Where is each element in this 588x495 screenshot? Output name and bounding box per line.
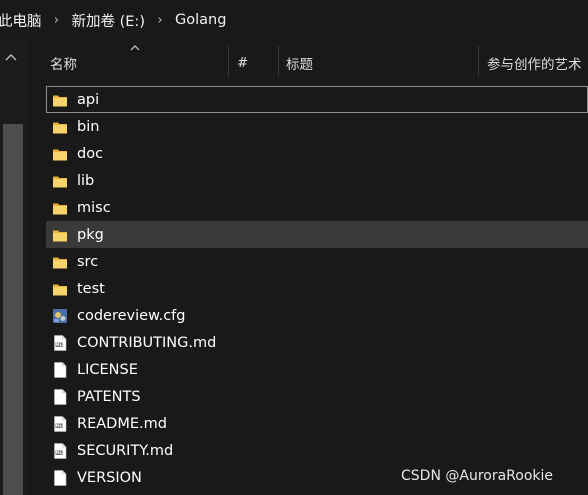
file-name-label: codereview.cfg (77, 307, 186, 324)
markdown-file-icon (52, 415, 68, 432)
file-list-item[interactable]: SECURITY.md (46, 437, 588, 464)
file-list-item[interactable]: pkg (46, 221, 588, 248)
file-list-item[interactable]: misc (46, 194, 588, 221)
folder-icon (52, 254, 68, 270)
column-divider[interactable] (478, 46, 479, 76)
file-list-item[interactable]: test (46, 275, 588, 302)
file-name-label: lib (77, 172, 95, 189)
column-divider[interactable] (228, 46, 229, 76)
breadcrumb-golang[interactable]: Golang (175, 12, 226, 28)
file-list-item[interactable]: src (46, 248, 588, 275)
folder-icon (52, 281, 68, 297)
file-name-label: VERSION (77, 469, 142, 486)
scroll-up-arrow-icon[interactable] (5, 50, 17, 64)
file-name-label: pkg (77, 226, 104, 243)
file-list-item[interactable]: doc (46, 140, 588, 167)
folder-icon (52, 92, 68, 108)
file-list-item[interactable]: README.md (46, 410, 588, 437)
file-list-item[interactable]: api (46, 86, 588, 113)
markdown-file-icon (52, 334, 68, 351)
breadcrumb: 此电脑 › 新加卷 (E:) › Golang (0, 0, 588, 40)
file-name-label: api (77, 91, 100, 108)
file-icon (52, 469, 68, 486)
file-name-label: misc (77, 199, 111, 216)
folder-icon (52, 173, 68, 189)
file-name-label: doc (77, 145, 104, 162)
breadcrumb-drive-e[interactable]: 新加卷 (E:) (72, 10, 145, 31)
column-header-title[interactable]: 标题 (286, 44, 313, 82)
chevron-right-icon[interactable]: › (145, 13, 175, 28)
sort-ascending-icon (130, 43, 140, 54)
column-header-number[interactable]: # (237, 44, 248, 82)
file-name-label: CONTRIBUTING.md (77, 334, 217, 351)
file-list-item[interactable]: bin (46, 113, 588, 140)
folder-icon (52, 200, 68, 216)
breadcrumb-this-pc[interactable]: 此电脑 (0, 10, 42, 31)
file-list-item[interactable]: CONTRIBUTING.md (46, 329, 588, 356)
column-divider[interactable] (278, 46, 279, 76)
file-list-item[interactable]: PATENTS (46, 383, 588, 410)
folder-icon (52, 227, 68, 243)
file-name-label: test (77, 280, 105, 297)
scrollbar-thumb[interactable] (3, 124, 23, 495)
file-name-label: SECURITY.md (77, 442, 174, 459)
file-name-label: src (77, 253, 99, 270)
file-icon (52, 361, 68, 378)
file-icon (52, 388, 68, 405)
file-name-label: README.md (77, 415, 167, 432)
watermark: CSDN @AuroraRookie (401, 468, 554, 484)
file-name-label: PATENTS (77, 388, 141, 405)
folder-icon (52, 119, 68, 135)
file-list-item[interactable]: LICENSE (46, 356, 588, 383)
config-file-icon (52, 308, 68, 324)
chevron-right-icon[interactable]: › (42, 13, 72, 28)
column-header-contributing-artists[interactable]: 参与创作的艺术 (487, 44, 582, 82)
file-list-item[interactable]: codereview.cfg (46, 302, 588, 329)
folder-icon (52, 146, 68, 162)
file-name-label: LICENSE (77, 361, 138, 378)
markdown-file-icon (52, 442, 68, 459)
file-list: api bin doc lib misc pkg src test codere… (46, 86, 588, 491)
file-name-label: bin (77, 118, 100, 135)
file-list-item[interactable]: lib (46, 167, 588, 194)
column-header-name[interactable]: 名称 (50, 44, 77, 82)
